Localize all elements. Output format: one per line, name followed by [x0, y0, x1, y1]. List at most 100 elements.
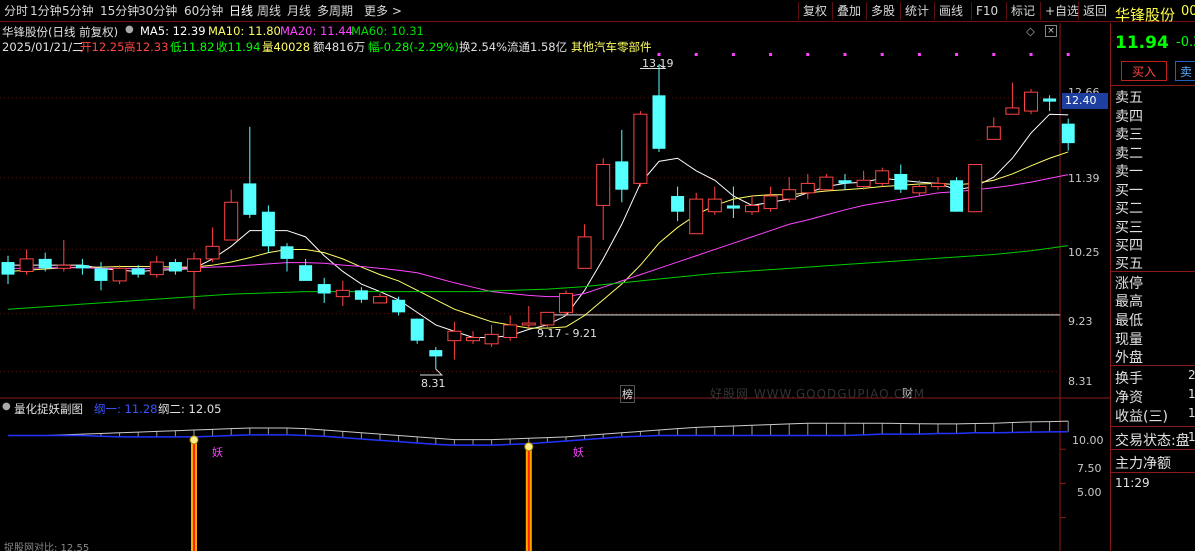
candle-up	[689, 198, 704, 235]
candle-down	[38, 258, 52, 269]
ma10-line	[7, 151, 1069, 329]
candle-down	[392, 299, 406, 313]
sidebar-label: 买二	[1115, 201, 1143, 217]
candle-up	[466, 337, 480, 342]
dropdown-icon[interactable]: ●	[125, 24, 134, 35]
amount: 额4816万	[313, 40, 366, 54]
candle-up	[224, 201, 239, 241]
ma60-line	[7, 245, 1069, 310]
period-tab[interactable]: 60分钟	[184, 2, 223, 20]
toolbar-button[interactable]: 标记	[1006, 2, 1035, 20]
current-price-tag: 12.40	[1062, 93, 1108, 109]
candle-up	[633, 113, 648, 184]
period-tab[interactable]: 30分钟	[138, 2, 177, 20]
y-tick: 10.25	[1068, 246, 1100, 259]
candle-down	[615, 161, 629, 190]
candle-down	[652, 95, 666, 149]
signal-dot	[694, 53, 698, 56]
period-tab[interactable]: 分时	[4, 2, 28, 20]
change: 幅-0.28(-2.29%)	[368, 40, 459, 54]
toolbar-button[interactable]: 返回	[1078, 2, 1107, 20]
candle-up	[912, 186, 927, 194]
ma60-value: MA60: 10.31	[351, 24, 424, 38]
candle-down	[94, 268, 108, 281]
toolbar-button[interactable]: 统计	[900, 2, 929, 20]
sidebar-label: 现量	[1115, 332, 1143, 348]
candle-up	[559, 292, 573, 313]
toolbar-button[interactable]: 画线	[934, 2, 963, 20]
candle-down	[299, 265, 313, 281]
ma20-value: MA20: 11.44	[280, 24, 353, 38]
candle-up	[986, 126, 1001, 140]
signal-dot	[1066, 53, 1070, 56]
high-annotation: 13.19	[642, 57, 674, 70]
signal-icon	[524, 442, 534, 452]
low-leader	[420, 368, 444, 376]
candle-up	[373, 296, 387, 304]
candle-down	[410, 318, 424, 341]
y-tick: 8.31	[1068, 375, 1093, 388]
sell-button[interactable]: 卖	[1175, 61, 1195, 81]
candle-up	[1024, 91, 1038, 112]
signal-label: 妖	[573, 446, 584, 459]
sidebar-label: 卖五	[1115, 90, 1143, 106]
sector[interactable]: 其他汽车零部件	[571, 39, 652, 55]
candle-up	[856, 179, 871, 188]
watermark: 好股网 WWW.GOODGUPIAO.COM	[710, 387, 926, 401]
candle-up	[968, 164, 983, 213]
period-tab[interactable]: 多周期	[317, 2, 353, 20]
quote-sidebar: 华锋股份 00 11.94 -0.2 买入 卖 卖五卖四卖三卖二卖一买一买二买三…	[1110, 4, 1195, 551]
sub-line1-value: 纲一: 11.28	[94, 402, 158, 416]
sidebar-label: 收益(三)	[1115, 409, 1168, 425]
period-tab[interactable]: 1分钟	[30, 2, 62, 20]
candle-up	[745, 204, 759, 213]
period-tab[interactable]: 周线	[257, 2, 281, 20]
candle-down	[1043, 98, 1057, 102]
turnover: 换2.54%	[459, 40, 508, 54]
sub-panel-title: 量化捉妖副图	[14, 402, 83, 416]
candle-down	[726, 205, 740, 209]
sidebar-stock-name: 华锋股份	[1115, 6, 1176, 24]
candle-down	[671, 195, 685, 212]
chart-area[interactable]: 华锋股份(日线 前复权) ● MA5: 12.39 MA10: 11.80 MA…	[0, 23, 1110, 551]
collapse-icon[interactable]: ●	[2, 401, 11, 412]
period-tab[interactable]: 日线	[229, 2, 253, 20]
toolbar-button[interactable]: F10	[971, 2, 998, 20]
ma5-line	[8, 113, 1069, 339]
rank-marker[interactable]: 榜	[620, 385, 635, 403]
buy-button[interactable]: 买入	[1121, 61, 1167, 81]
toolbar-button[interactable]: 叠加	[832, 2, 861, 20]
candle-up	[931, 182, 945, 188]
sidebar-divider	[1111, 472, 1195, 473]
high-price: 高12.33	[124, 40, 169, 54]
signal-dot	[657, 53, 661, 56]
signal-dot	[880, 53, 884, 56]
sidebar-label: 净资	[1115, 390, 1143, 406]
candle-up	[484, 333, 499, 345]
sidebar-label: 最高	[1115, 294, 1143, 310]
candle-down	[894, 173, 908, 190]
candle-up	[875, 170, 890, 184]
sub-y-tick: 7.50	[1077, 462, 1102, 475]
period-tab[interactable]: 5分钟	[62, 2, 94, 20]
period-tab[interactable]: 15分钟	[100, 2, 139, 20]
sidebar-value: 1	[1188, 387, 1195, 401]
kline-chart[interactable]	[0, 23, 1110, 551]
period-tab[interactable]: 更多 >	[364, 2, 402, 20]
candle-up	[707, 198, 722, 213]
float-shares: 流通1.58亿	[507, 40, 568, 54]
candle-up	[503, 324, 518, 339]
y-tick: 11.39	[1068, 172, 1100, 185]
sidebar-label: 主力净额	[1115, 456, 1171, 472]
y-tick: 9.23	[1068, 315, 1093, 328]
period-tab[interactable]: 月线	[287, 2, 311, 20]
toolbar-button[interactable]: +自选	[1040, 2, 1079, 20]
signal-bar-core	[527, 447, 530, 551]
close-icon[interactable]: ×	[1045, 25, 1057, 37]
candle-up	[782, 189, 797, 200]
stock-title: 华锋股份(日线 前复权)	[2, 25, 119, 39]
diamond-icon[interactable]: ◇	[1026, 24, 1035, 38]
toolbar-button[interactable]: 多股	[866, 2, 895, 20]
toolbar-button[interactable]: 复权	[798, 2, 827, 20]
sub-y-tick: 5.00	[1077, 486, 1102, 499]
